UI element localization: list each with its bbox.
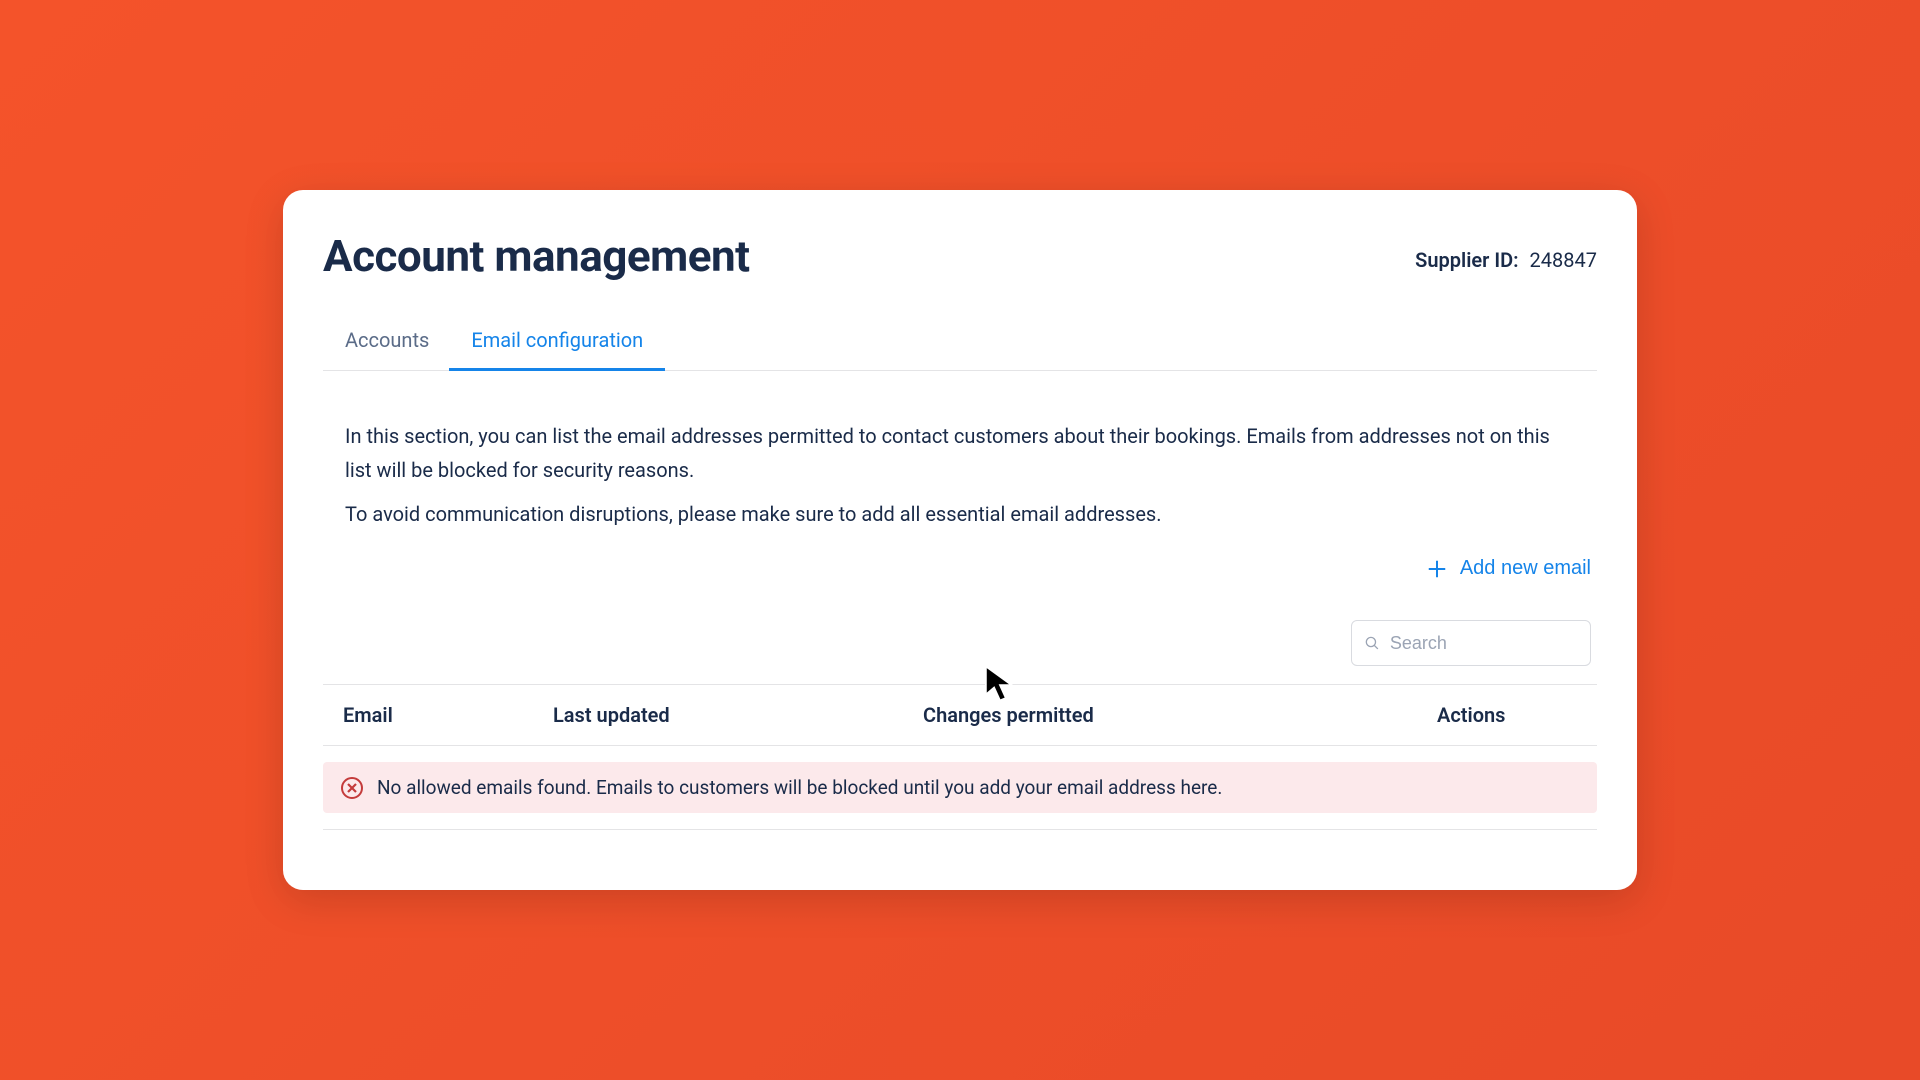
supplier-id-value: 248847 (1530, 248, 1597, 272)
search-row (323, 620, 1597, 666)
col-email: Email (343, 703, 553, 727)
error-icon (341, 777, 363, 799)
search-input[interactable] (1390, 633, 1578, 654)
actions-row: Add new email (323, 557, 1597, 580)
page-title: Account management (323, 230, 750, 282)
no-emails-alert: No allowed emails found. Emails to custo… (323, 762, 1597, 813)
add-new-email-button[interactable]: Add new email (1426, 557, 1591, 580)
main-card: Account management Supplier ID: 248847 A… (283, 190, 1637, 890)
plus-icon (1426, 558, 1448, 580)
email-table: Email Last updated Changes permitted Act… (323, 684, 1597, 830)
description-line-2: To avoid communication disruptions, plea… (345, 497, 1575, 531)
table-header-row: Email Last updated Changes permitted Act… (323, 684, 1597, 746)
search-box[interactable] (1351, 620, 1591, 666)
supplier-id-label: Supplier ID: (1415, 248, 1518, 272)
tab-email-configuration[interactable]: Email configuration (471, 318, 643, 370)
col-actions: Actions (1377, 703, 1577, 727)
tab-accounts[interactable]: Accounts (345, 318, 429, 370)
add-new-email-label: Add new email (1460, 557, 1591, 580)
supplier-id: Supplier ID: 248847 (1415, 230, 1597, 272)
col-last-updated: Last updated (553, 703, 923, 727)
description-line-1: In this section, you can list the email … (345, 419, 1575, 487)
table-bottom-divider (323, 829, 1597, 830)
col-changes-permitted: Changes permitted (923, 703, 1377, 727)
section-description: In this section, you can list the email … (323, 419, 1597, 531)
alert-message: No allowed emails found. Emails to custo… (377, 776, 1222, 799)
search-icon (1364, 634, 1380, 652)
tabs: Accounts Email configuration (323, 318, 1597, 371)
header-row: Account management Supplier ID: 248847 (323, 230, 1597, 282)
